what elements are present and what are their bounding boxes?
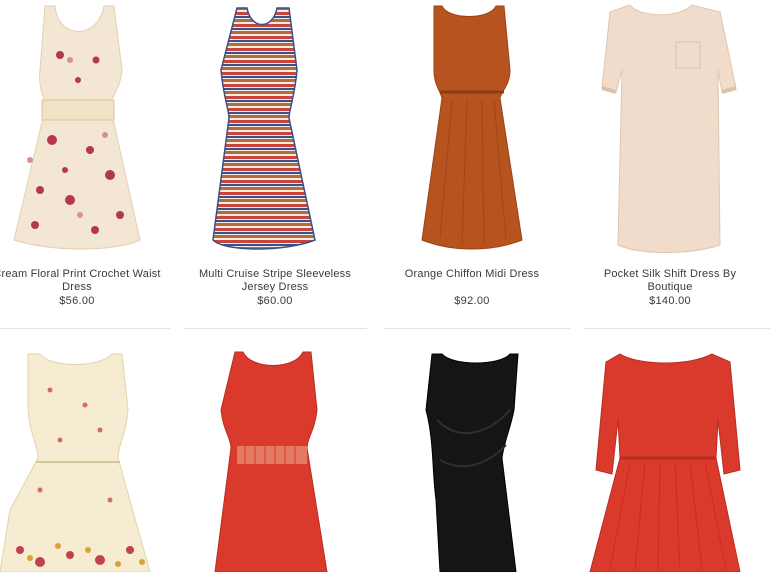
product-image[interactable]	[185, 350, 365, 572]
product-price: $140.00	[649, 295, 691, 307]
product-name[interactable]: Orange Chiffon Midi Dress	[382, 268, 562, 281]
silk-shift-dress-image[interactable]	[580, 0, 760, 258]
product-name[interactable]: Cream Floral Print Crochet Waist Dress	[0, 268, 167, 294]
row-divider	[384, 328, 570, 329]
product-image[interactable]	[0, 0, 180, 258]
product-image[interactable]	[580, 350, 760, 572]
product-grid: Cream Floral Print Crochet Waist Dress $…	[0, 0, 776, 572]
product-image[interactable]	[580, 0, 760, 258]
red-crochet-waist-dress-image[interactable]	[185, 350, 345, 572]
product-image[interactable]	[0, 350, 180, 572]
cream-floral-dress-image[interactable]	[0, 0, 160, 258]
product-image[interactable]	[185, 0, 365, 258]
row-divider	[0, 328, 170, 329]
product-name[interactable]: Multi Cruise Stripe Sleeveless Jersey Dr…	[185, 268, 365, 294]
black-draped-dress-image[interactable]	[382, 350, 542, 572]
product-price: $56.00	[59, 295, 95, 307]
product-price: $92.00	[454, 295, 490, 307]
product-name[interactable]: Pocket Silk Shift Dress By Boutique	[580, 268, 760, 294]
product-image[interactable]	[382, 0, 562, 258]
red-pleated-dress-image[interactable]	[580, 350, 760, 572]
product-price: $60.00	[257, 295, 293, 307]
striped-jersey-dress-image[interactable]	[185, 0, 325, 258]
row-divider	[584, 328, 770, 329]
floral-border-dress-image[interactable]	[0, 350, 160, 572]
product-image[interactable]	[382, 350, 562, 572]
orange-chiffon-dress-image[interactable]	[382, 0, 562, 258]
row-divider	[184, 328, 367, 329]
